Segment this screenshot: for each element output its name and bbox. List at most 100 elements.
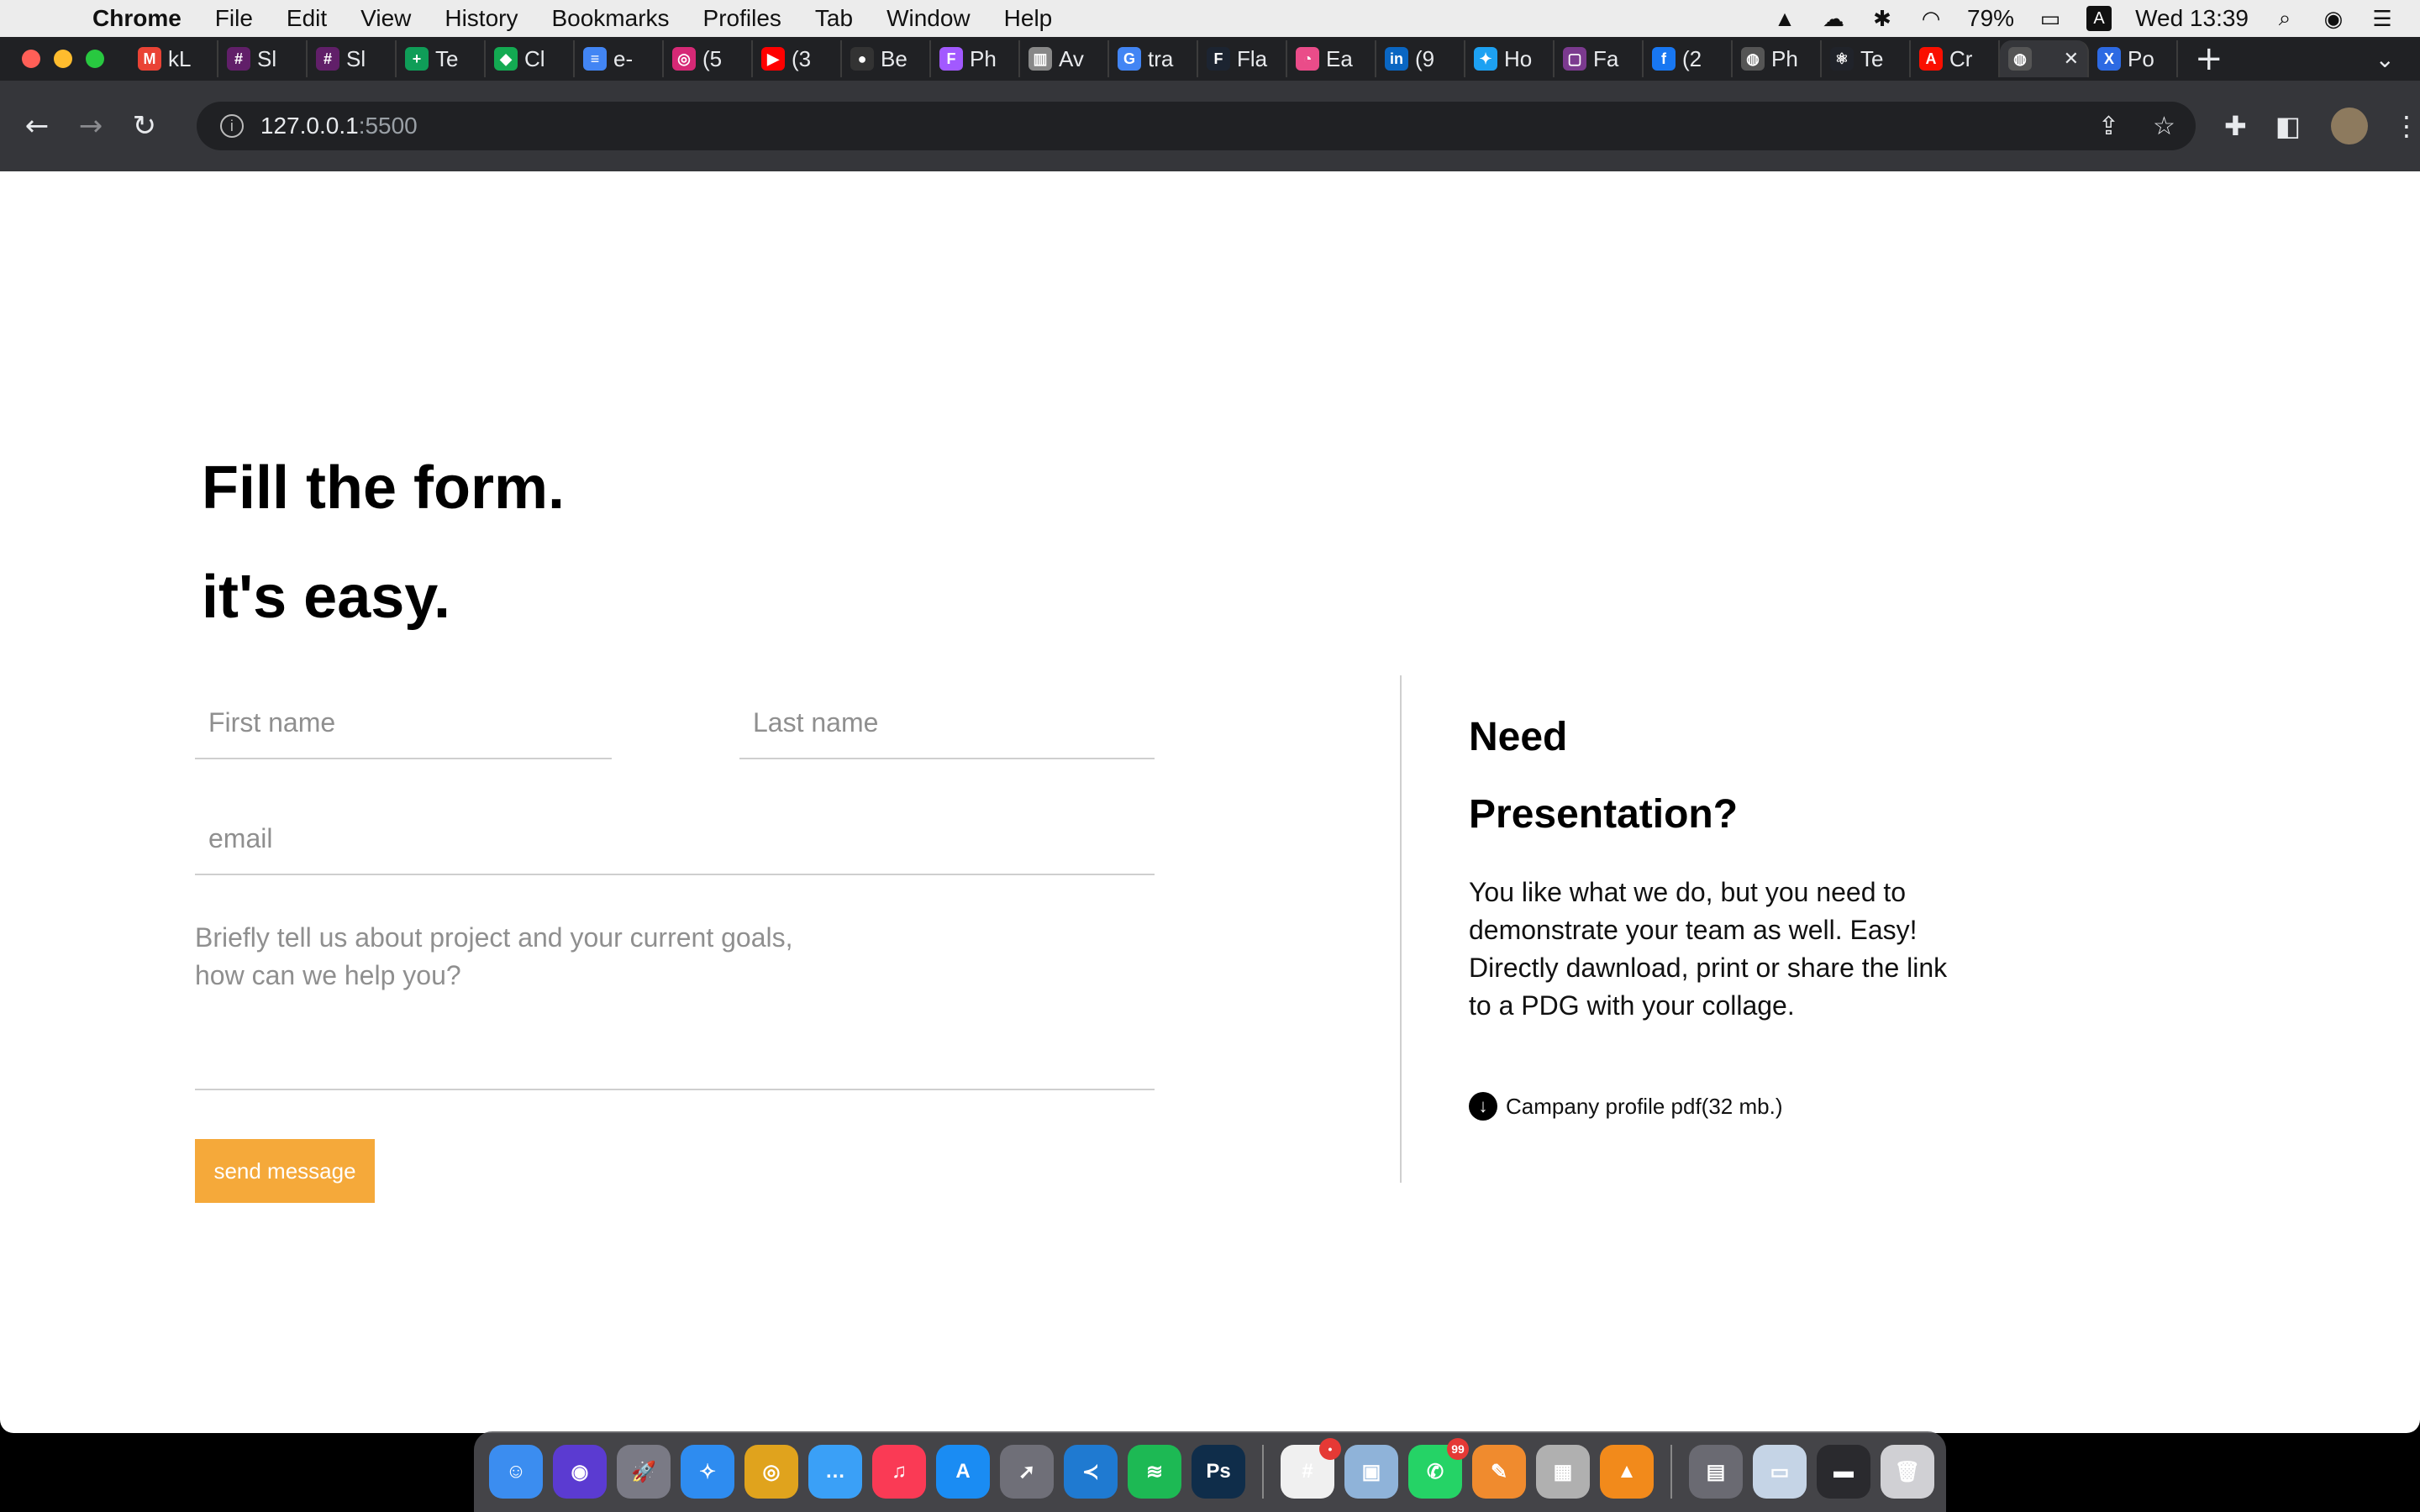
globe-icon: ◍ (2008, 47, 2032, 71)
browser-tab[interactable]: ◔ Ea (1287, 40, 1376, 77)
browser-tab[interactable]: in (9 (1376, 40, 1465, 77)
bookmark-star-icon[interactable]: ☆ (2153, 112, 2175, 141)
close-window-button[interactable] (22, 50, 40, 68)
side-text-line-4: to a PDG with your collage. (1469, 990, 1795, 1021)
rocket-icon[interactable]: ➚ (1000, 1445, 1054, 1499)
vlc-icon[interactable]: ▲ (1600, 1445, 1654, 1499)
site-info-icon[interactable]: i (219, 114, 244, 138)
preview-icon[interactable]: ▣ (1344, 1445, 1398, 1499)
finder-icon[interactable]: ☺ (489, 1445, 543, 1499)
vscode-icon[interactable]: ≺ (1064, 1445, 1118, 1499)
window-controls (22, 50, 104, 68)
browser-tab[interactable]: ◍ Ph (1733, 40, 1822, 77)
last-name-field[interactable]: Last name (739, 697, 1155, 759)
browser-tab[interactable]: ≡ e- (575, 40, 664, 77)
browser-tab[interactable]: f (2 (1644, 40, 1733, 77)
spotlight-search-icon[interactable]: ⌕ (2272, 5, 2297, 31)
chrome-icon[interactable]: ◎ (744, 1445, 798, 1499)
siri-menu-icon[interactable]: ◉ (2321, 6, 2346, 31)
page-viewport: Fill the form. it's easy. First name Las… (0, 171, 2420, 1433)
calculator-icon[interactable]: ▦ (1536, 1445, 1590, 1499)
menu-edit[interactable]: Edit (287, 5, 327, 32)
close-tab-icon[interactable]: ✕ (2064, 48, 2079, 70)
browser-tab[interactable]: Gtra (1109, 40, 1198, 77)
downloads-icon[interactable]: ▤ (1689, 1445, 1743, 1499)
menu-tab[interactable]: Tab (815, 5, 853, 32)
safari-icon[interactable]: ✧ (681, 1445, 734, 1499)
music-icon[interactable]: ♫ (872, 1445, 926, 1499)
tab-active[interactable]: ◍ ✕ (2000, 40, 2089, 77)
zoom-window-button[interactable] (86, 50, 104, 68)
spotify-icon[interactable]: ≋ (1128, 1445, 1181, 1499)
photoshop-icon[interactable]: Ps (1192, 1445, 1245, 1499)
browser-tab[interactable]: ◆ Cl (486, 40, 575, 77)
screenshot-icon[interactable]: ▭ (1753, 1445, 1807, 1499)
app-store-icon[interactable]: A (936, 1445, 990, 1499)
docs-icon: ≡ (583, 47, 607, 71)
menu-bookmarks[interactable]: Bookmarks (551, 5, 669, 32)
browser-tab[interactable]: ● Be (842, 40, 931, 77)
tab-label: e- (613, 45, 634, 71)
tab-label: kL (168, 45, 192, 71)
menu-help[interactable]: Help (1004, 5, 1053, 32)
dock-glyph: ▲ (1617, 1460, 1637, 1483)
dock-glyph: ▤ (1706, 1460, 1726, 1483)
share-icon[interactable]: ⇪ (2098, 112, 2119, 141)
tab-label: Te (435, 45, 459, 71)
menu-file[interactable]: File (215, 5, 253, 32)
browser-tab[interactable]: F Ph (931, 40, 1020, 77)
slack-icon[interactable]: # • (1281, 1438, 1341, 1499)
siri-icon[interactable]: ◉ (553, 1445, 607, 1499)
extensions-puzzle-icon[interactable]: ✚ (2224, 110, 2247, 142)
control-center-icon[interactable]: ☰ (2370, 6, 2395, 31)
company-profile-download-link[interactable]: ↓ Campany profile pdf(32 mb.) (1469, 1092, 1782, 1121)
menu-history[interactable]: History (445, 5, 518, 32)
whatsapp-icon[interactable]: ✆ 99 (1408, 1438, 1469, 1499)
browser-tab[interactable]: ▢ Fa (1555, 40, 1644, 77)
vlc-status-icon[interactable]: ▲ (1772, 6, 1797, 31)
browser-tab[interactable]: # Sl (308, 40, 397, 77)
browser-tab[interactable]: A Cr (1911, 40, 2000, 77)
browser-tab[interactable]: + Te (397, 40, 486, 77)
send-message-button[interactable]: send message (195, 1139, 375, 1203)
browser-tab[interactable]: MkL (129, 40, 218, 77)
dock-glyph: ✆ (1426, 1460, 1444, 1483)
trash-icon[interactable]: 🗑 (1881, 1445, 1934, 1499)
email-field[interactable]: email (195, 813, 1155, 875)
clock[interactable]: Wed 13:39 (2135, 5, 2249, 32)
side-panel-icon[interactable]: ◧ (2275, 110, 2301, 142)
chrome-menu-icon[interactable]: ⋮ (2393, 110, 2420, 142)
first-name-field[interactable]: First name (195, 697, 612, 759)
address-bar[interactable]: i 127.0.0.1:5500 ⇪ ☆ (196, 102, 2196, 150)
battery-icon[interactable]: ▭ (2038, 6, 2063, 31)
tab-label: Cr (1949, 45, 1973, 71)
bluetooth-icon[interactable]: ✱ (1870, 6, 1895, 31)
browser-tab[interactable]: ⚛ Te (1822, 40, 1911, 77)
profile-avatar[interactable] (2331, 108, 2368, 144)
tab-search-chevron-icon[interactable]: ⌄ (2375, 45, 2395, 73)
menu-window[interactable]: Window (886, 5, 971, 32)
browser-tab[interactable]: ▶ (3 (753, 40, 842, 77)
browser-tab[interactable]: ✦ Ho (1465, 40, 1555, 77)
input-source-icon[interactable]: A (2086, 6, 2112, 31)
browser-tab[interactable]: ◎ (5 (664, 40, 753, 77)
sketch-icon[interactable]: ✎ (1472, 1445, 1526, 1499)
browser-tab[interactable]: # Sl (218, 40, 308, 77)
wifi-icon[interactable]: ◠ (1918, 6, 1944, 31)
back-button[interactable]: ← (10, 109, 64, 143)
launchpad-icon[interactable]: 🚀 (617, 1445, 671, 1499)
messages-icon[interactable]: … (808, 1445, 862, 1499)
forward-button[interactable]: → (64, 109, 118, 143)
creative-cloud-icon[interactable]: ☁ (1821, 6, 1846, 31)
new-tab-button[interactable]: + (2195, 39, 2223, 78)
menu-profiles[interactable]: Profiles (703, 5, 781, 32)
menu-app-name[interactable]: Chrome (92, 5, 182, 32)
reload-button[interactable]: ↻ (118, 109, 171, 143)
browser-tab[interactable]: ▥ Av (1020, 40, 1109, 77)
message-textarea[interactable]: Briefly tell us about project and your c… (195, 919, 1155, 1090)
minimize-window-button[interactable] (54, 50, 72, 68)
browser-tab[interactable]: F Fla (1198, 40, 1287, 77)
terminal-icon[interactable]: ▬ (1817, 1445, 1870, 1499)
menu-view[interactable]: View (360, 5, 411, 32)
browser-tab[interactable]: X Po (2089, 40, 2178, 77)
